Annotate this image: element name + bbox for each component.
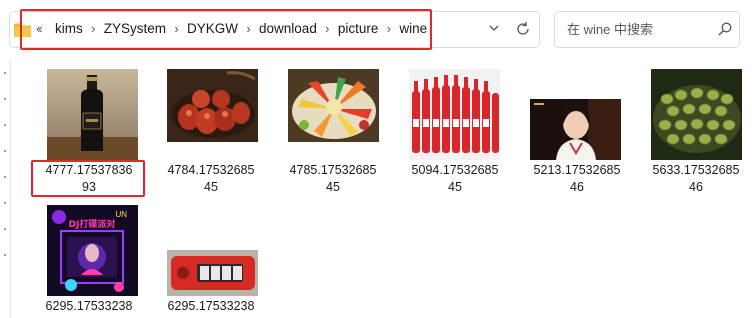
dj-party-poster-image[interactable]: UN DJ打碟派对	[47, 205, 138, 296]
file-name-line: 5633.17532685	[652, 163, 740, 177]
chevron-right-icon[interactable]: ›	[320, 21, 335, 36]
woman-portrait-image[interactable]	[530, 99, 621, 160]
green-beans-image[interactable]	[651, 69, 742, 160]
chevron-right-icon[interactable]: ›	[381, 21, 396, 36]
file-name-line: 46	[689, 180, 703, 194]
file-item[interactable]: 4784.17532685 45	[157, 64, 265, 198]
file-item[interactable]: 5094.17532685 45	[401, 64, 509, 198]
fruit-platter-image[interactable]	[288, 69, 379, 142]
file-name[interactable]: 4777.17537836 93	[35, 162, 143, 196]
nav-marker	[4, 150, 6, 152]
file-name-line: 4785.17532685	[289, 163, 377, 177]
file-name[interactable]: 6295.17533238	[157, 298, 265, 315]
chevron-right-icon[interactable]: ›	[86, 21, 101, 36]
search-icon[interactable]	[718, 22, 732, 36]
breadcrumb-item-zysystem[interactable]: ZYSystem	[101, 21, 169, 36]
breadcrumb-item-kims[interactable]: kims	[52, 21, 86, 36]
address-bar[interactable]: ‹‹ kims › ZYSystem › DYKGW › download › …	[9, 11, 540, 48]
nav-marker	[4, 98, 6, 100]
search-box[interactable]	[554, 11, 740, 48]
nav-marker	[4, 124, 6, 126]
nav-marker	[4, 202, 6, 204]
file-name-line: 45	[204, 180, 218, 194]
file-name-line: 93	[82, 180, 96, 194]
dark-whisky-bottle-image[interactable]	[47, 69, 138, 160]
chevron-right-icon[interactable]: ›	[169, 21, 184, 36]
chevron-right-icon[interactable]: ›	[241, 21, 256, 36]
breadcrumb: kims › ZYSystem › DYKGW › download › pic…	[52, 21, 430, 36]
navigation-pane-edge[interactable]	[0, 60, 11, 318]
breadcrumb-item-picture[interactable]: picture	[335, 21, 382, 36]
file-name-line: 45	[326, 180, 340, 194]
breadcrumb-item-download[interactable]: download	[256, 21, 320, 36]
breadcrumb-item-wine[interactable]: wine	[396, 21, 430, 36]
file-name-line: 5094.17532685	[411, 163, 499, 177]
file-name[interactable]: 6295.17533238	[35, 298, 143, 315]
file-name-line: 45	[448, 180, 462, 194]
grilled-sausages-image[interactable]	[167, 69, 258, 142]
red-beer-bottles-image[interactable]	[409, 69, 500, 160]
file-name-line: 4784.17532685	[167, 163, 255, 177]
breadcrumb-item-dykgw[interactable]: DYKGW	[184, 21, 241, 36]
file-name[interactable]: 4784.17532685 45	[157, 162, 265, 196]
nav-marker	[4, 176, 6, 178]
file-item[interactable]: UN DJ打碟派对 6295.17533238	[35, 200, 143, 318]
file-name-line: 6295.17533238	[45, 299, 133, 313]
file-item[interactable]: 4777.17537836 93	[35, 64, 143, 198]
nav-marker	[4, 72, 6, 74]
file-item[interactable]: 5213.17532685 46	[523, 64, 631, 198]
refresh-icon[interactable]	[515, 21, 531, 37]
nav-marker	[4, 254, 6, 256]
red-combination-lock-image[interactable]	[167, 250, 258, 296]
file-name[interactable]: 5633.17532685 46	[642, 162, 750, 196]
poster-title-text: DJ打碟派对	[69, 218, 116, 230]
file-item[interactable]: 6295.17533238	[157, 200, 265, 318]
file-name-line: 6295.17533238	[167, 299, 255, 313]
nav-marker	[4, 228, 6, 230]
folder-icon	[14, 23, 31, 37]
file-name[interactable]: 5213.17532685 46	[523, 162, 631, 196]
file-name[interactable]: 5094.17532685 45	[401, 162, 509, 196]
file-name-line: 4777.17537836	[45, 163, 133, 177]
file-item[interactable]: 4785.17532685 45	[279, 64, 387, 198]
search-input[interactable]	[565, 21, 709, 38]
poster-top-text: UN	[115, 210, 127, 219]
file-name[interactable]: 4785.17532685 45	[279, 162, 387, 196]
file-item[interactable]: 5633.17532685 46	[642, 64, 750, 198]
file-name-line: 5213.17532685	[533, 163, 621, 177]
chevron-down-icon[interactable]	[488, 22, 500, 34]
file-name-line: 46	[570, 180, 584, 194]
double-chevron-left-icon[interactable]: ‹‹	[36, 21, 43, 36]
